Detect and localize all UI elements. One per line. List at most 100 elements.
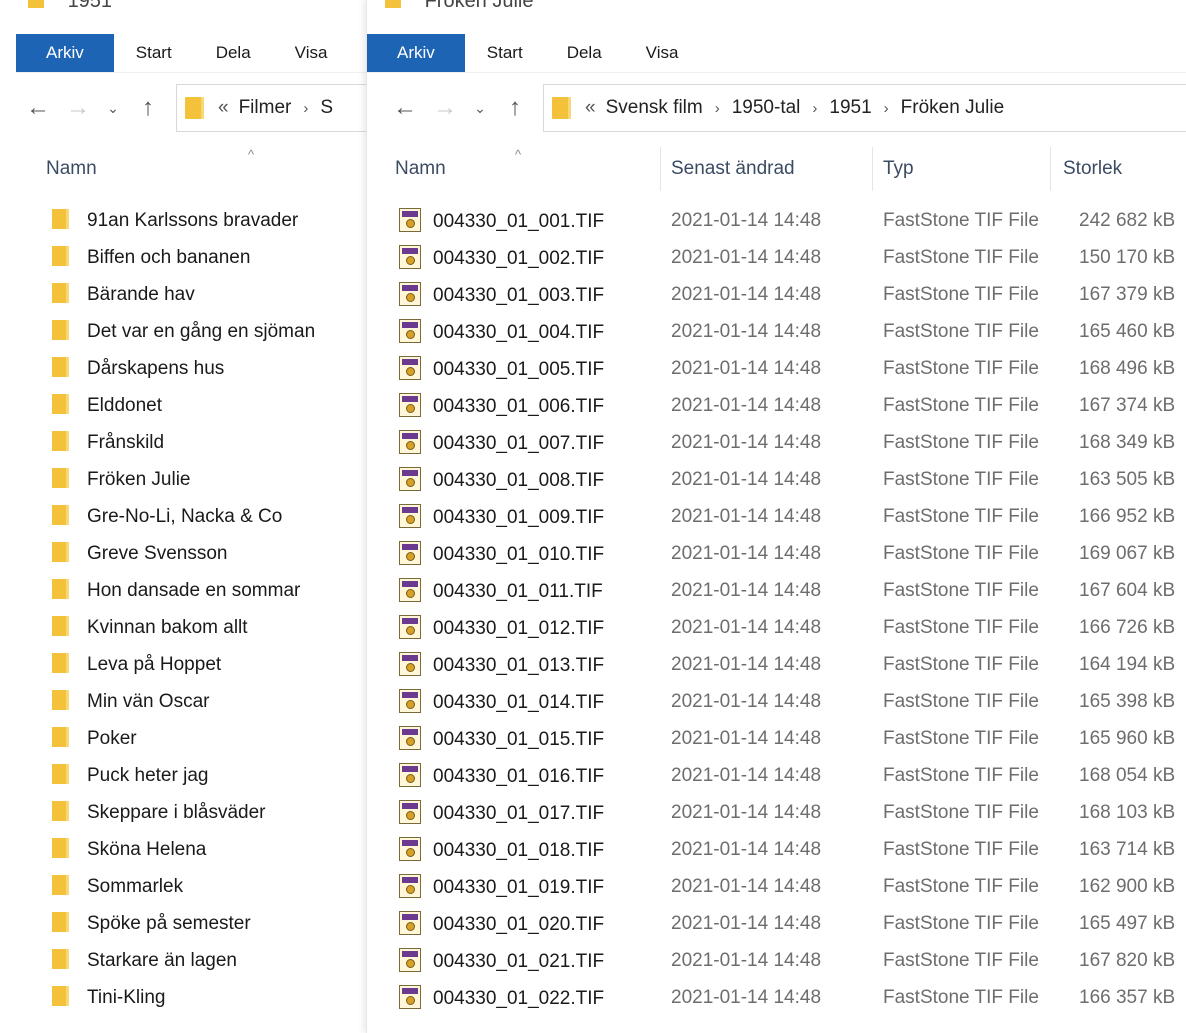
file-row[interactable]: 004330_01_001.TIF 2021-01-14 14:48 FastSto…	[367, 202, 1186, 239]
column-header-storlek[interactable]: Storlek	[1051, 147, 1186, 191]
folder-icon	[52, 505, 69, 525]
file-row[interactable]: 004330_01_007.TIF 2021-01-14 14:48 FastSto…	[367, 424, 1186, 461]
folder-row[interactable]: Skeppare i blåsväder	[0, 794, 366, 831]
up-arrow-icon[interactable]: ↑	[128, 94, 168, 122]
file-type: FastStone TIF File	[883, 875, 1039, 897]
forward-arrow-icon[interactable]: →	[425, 94, 465, 122]
folder-row[interactable]: Bärande hav	[0, 276, 366, 313]
breadcrumb-svensk-film[interactable]: Svensk film	[606, 97, 703, 119]
folder-row[interactable]: Gre-No-Li, Nacka & Co	[0, 498, 366, 535]
breadcrumb-separator-icon[interactable]: ›	[303, 100, 308, 117]
folder-name: Sköna Helena	[87, 839, 207, 860]
folder-row[interactable]: 91an Karlssons bravader	[0, 202, 366, 239]
address-overflow[interactable]: «	[218, 97, 229, 119]
column-header-typ[interactable]: Typ	[873, 147, 1051, 191]
left-tab-start[interactable]: Start	[114, 34, 194, 72]
folder-row[interactable]: Puck heter jag	[0, 757, 366, 794]
file-row[interactable]: 004330_01_019.TIF 2021-01-14 14:48 FastSto…	[367, 868, 1186, 905]
tif-file-icon	[399, 837, 421, 861]
file-row[interactable]: 004330_01_004.TIF 2021-01-14 14:48 FastSto…	[367, 313, 1186, 350]
column-header-namn[interactable]: ^ Namn	[367, 147, 661, 191]
breadcrumb-separator-icon[interactable]: ›	[812, 100, 817, 117]
folder-row[interactable]: Leva på Hoppet	[0, 646, 366, 683]
folder-row[interactable]: Sommarlek	[0, 868, 366, 905]
breadcrumb-1950-tal[interactable]: 1950-tal	[732, 97, 801, 119]
file-row[interactable]: 004330_01_017.TIF 2021-01-14 14:48 FastSto…	[367, 794, 1186, 831]
file-row[interactable]: 004330_01_018.TIF 2021-01-14 14:48 FastSto…	[367, 831, 1186, 868]
folder-row[interactable]: Fröken Julie	[0, 461, 366, 498]
file-type: FastStone TIF File	[883, 653, 1039, 675]
left-tab-dela[interactable]: Dela	[194, 34, 273, 72]
file-row[interactable]: 004330_01_022.TIF 2021-01-14 14:48 FastSto…	[367, 979, 1186, 1016]
left-tab-visa[interactable]: Visa	[273, 34, 350, 72]
right-address-bar[interactable]: « Svensk film › 1950-tal › 1951 › Fröken…	[543, 84, 1186, 132]
folder-row[interactable]: Min vän Oscar	[0, 683, 366, 720]
breadcrumb-froken-julie[interactable]: Fröken Julie	[901, 97, 1005, 119]
right-tab-dela[interactable]: Dela	[545, 34, 624, 72]
folder-row[interactable]: Frånskild	[0, 424, 366, 461]
up-arrow-icon[interactable]: ↑	[495, 94, 535, 122]
file-size: 165 460 kB	[1079, 320, 1176, 342]
recent-locations-chevron-icon[interactable]: ⌄	[465, 100, 495, 117]
file-name: 004330_01_004.TIF	[433, 322, 605, 343]
file-type: FastStone TIF File	[883, 394, 1039, 416]
file-row[interactable]: 004330_01_002.TIF 2021-01-14 14:48 FastSto…	[367, 239, 1186, 276]
file-row[interactable]: 004330_01_012.TIF 2021-01-14 14:48 FastSto…	[367, 609, 1186, 646]
file-row[interactable]: 004330_01_015.TIF 2021-01-14 14:48 FastSto…	[367, 720, 1186, 757]
folder-icon	[52, 949, 69, 969]
breadcrumb-filmer[interactable]: Filmer	[239, 97, 292, 119]
forward-arrow-icon[interactable]: →	[58, 94, 98, 122]
folder-row[interactable]: Dårskapens hus	[0, 350, 366, 387]
right-tab-arkiv[interactable]: Arkiv	[367, 34, 465, 72]
file-date-modified: 2021-01-14 14:48	[671, 986, 822, 1008]
folder-row[interactable]: Sköna Helena	[0, 831, 366, 868]
file-row[interactable]: 004330_01_011.TIF 2021-01-14 14:48 FastSto…	[367, 572, 1186, 609]
file-row[interactable]: 004330_01_020.TIF 2021-01-14 14:48 FastSto…	[367, 905, 1186, 942]
left-tab-arkiv[interactable]: Arkiv	[16, 34, 114, 72]
folder-row[interactable]: Elddonet	[0, 387, 366, 424]
folder-row[interactable]: Starkare än lagen	[0, 942, 366, 979]
breadcrumb-separator-icon[interactable]: ›	[715, 100, 720, 117]
column-header-namn[interactable]: ^ Namn	[0, 147, 366, 191]
breadcrumb-1951[interactable]: 1951	[829, 97, 871, 119]
file-name: 004330_01_018.TIF	[433, 840, 605, 861]
file-row[interactable]: 004330_01_003.TIF 2021-01-14 14:48 FastSto…	[367, 276, 1186, 313]
folder-name: Frånskild	[87, 432, 165, 453]
file-row[interactable]: 004330_01_016.TIF 2021-01-14 14:48 FastSto…	[367, 757, 1186, 794]
folder-row[interactable]: Kvinnan bakom allt	[0, 609, 366, 646]
folder-row[interactable]: Poker	[0, 720, 366, 757]
column-header-senast-andrad[interactable]: Senast ändrad	[661, 147, 873, 191]
breadcrumb-truncated[interactable]: S	[320, 97, 333, 119]
file-row[interactable]: 004330_01_013.TIF 2021-01-14 14:48 FastSto…	[367, 646, 1186, 683]
breadcrumb-separator-icon[interactable]: ›	[884, 100, 889, 117]
file-size: 168 054 kB	[1079, 764, 1176, 786]
right-tab-start[interactable]: Start	[465, 34, 545, 72]
right-tab-visa[interactable]: Visa	[624, 34, 701, 72]
address-overflow[interactable]: «	[585, 97, 596, 119]
file-row[interactable]: 004330_01_014.TIF 2021-01-14 14:48 FastSto…	[367, 683, 1186, 720]
folder-row[interactable]: Hon dansade en sommar	[0, 572, 366, 609]
file-name: 004330_01_010.TIF	[433, 544, 605, 565]
file-name: 004330_01_005.TIF	[433, 359, 605, 380]
file-row[interactable]: 004330_01_021.TIF 2021-01-14 14:48 FastSto…	[367, 942, 1186, 979]
recent-locations-chevron-icon[interactable]: ⌄	[98, 100, 128, 117]
tif-file-icon	[399, 319, 421, 343]
file-size: 165 960 kB	[1079, 727, 1176, 749]
folder-row[interactable]: Spöke på semester	[0, 905, 366, 942]
file-row[interactable]: 004330_01_006.TIF 2021-01-14 14:48 FastSto…	[367, 387, 1186, 424]
folder-row[interactable]: Biffen och bananen	[0, 239, 366, 276]
file-row[interactable]: 004330_01_005.TIF 2021-01-14 14:48 FastSto…	[367, 350, 1186, 387]
left-address-bar[interactable]: « Filmer › S	[176, 84, 366, 132]
file-row[interactable]: 004330_01_009.TIF 2021-01-14 14:48 FastSto…	[367, 498, 1186, 535]
folder-row[interactable]: Det var en gång en sjöman	[0, 313, 366, 350]
folder-row[interactable]: Tini-Kling	[0, 979, 366, 1016]
folder-row[interactable]: Greve Svensson	[0, 535, 366, 572]
file-row[interactable]: 004330_01_008.TIF 2021-01-14 14:48 FastSto…	[367, 461, 1186, 498]
file-size: 150 170 kB	[1079, 246, 1176, 268]
back-arrow-icon[interactable]: ←	[385, 94, 425, 122]
file-row[interactable]: 004330_01_010.TIF 2021-01-14 14:48 FastSto…	[367, 535, 1186, 572]
back-arrow-icon[interactable]: ←	[18, 94, 58, 122]
file-date-modified: 2021-01-14 14:48	[671, 949, 822, 971]
folder-name: Dårskapens hus	[87, 358, 225, 379]
tif-file-icon	[399, 393, 421, 417]
